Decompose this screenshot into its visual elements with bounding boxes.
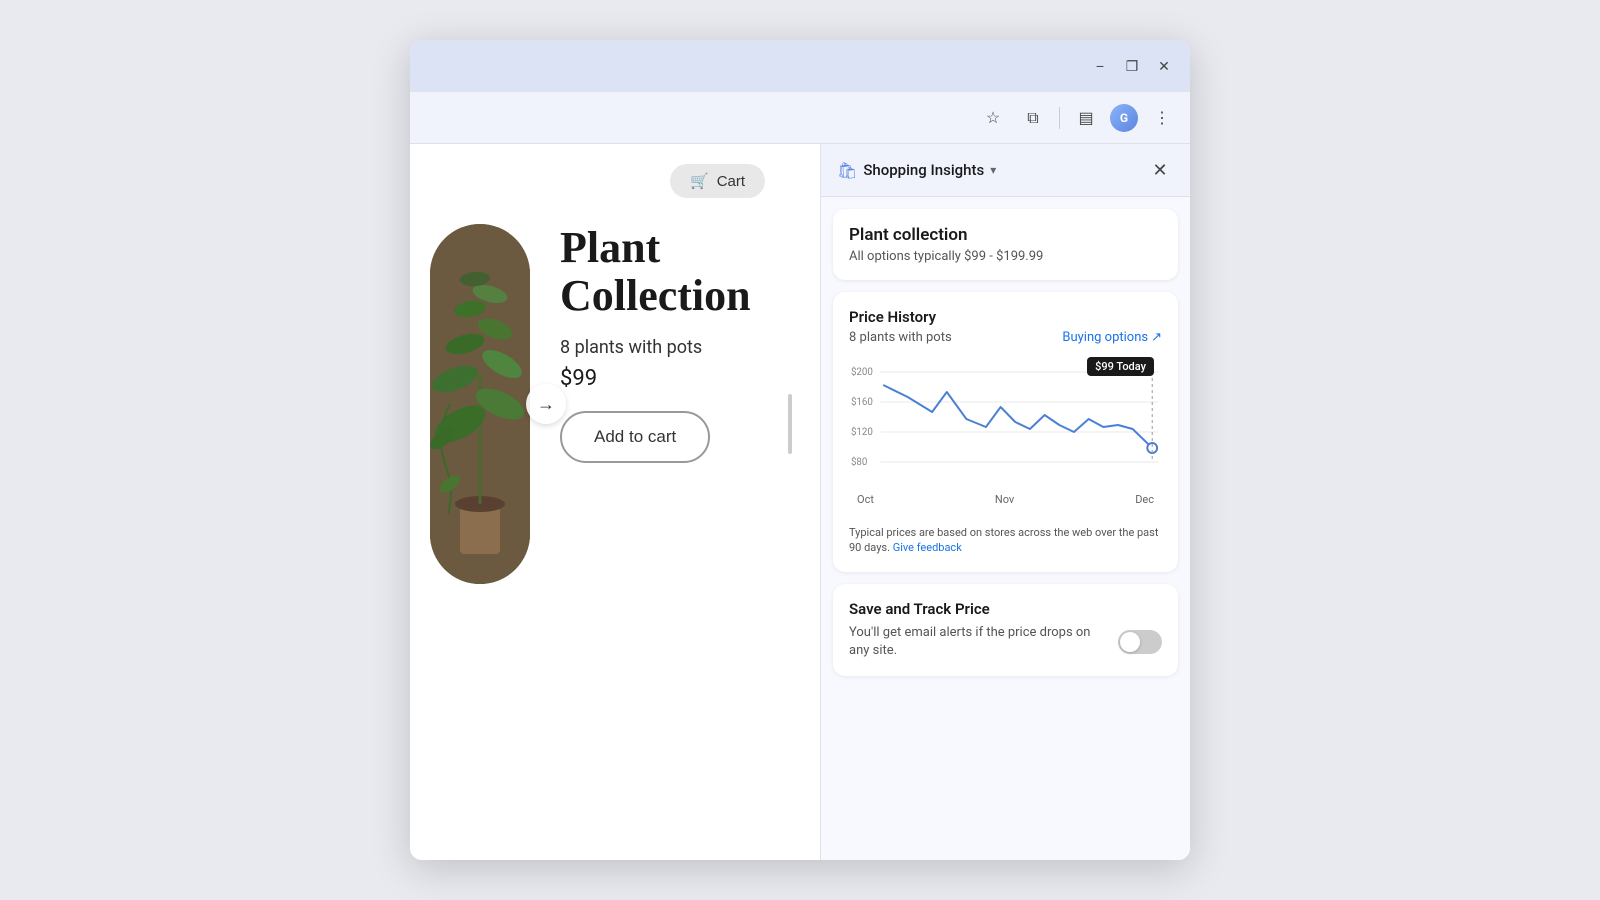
insight-product-name: Plant collection [849,225,1162,245]
product-image-placeholder [430,224,530,584]
browser-content: 🛒 Cart [410,144,1190,860]
svg-text:$80: $80 [851,457,867,468]
price-history-card: Price History 8 plants with pots Buying … [833,292,1178,572]
product-title: Plant Collection [560,224,751,321]
chart-note: Typical prices are based on stores acros… [849,525,1162,556]
shopping-bag-icon: 🛍 [837,161,857,180]
insights-close-button[interactable]: ✕ [1146,156,1174,184]
external-link-icon: ↗ [1151,330,1162,345]
today-badge: $99 Today [1087,357,1154,376]
cart-label: Cart [717,173,745,190]
feedback-link[interactable]: Give feedback [893,541,962,554]
price-history-subtitle: 8 plants with pots [849,330,952,345]
save-track-card: Save and Track Price You'll get email al… [833,584,1178,676]
sidebar-icon[interactable]: ▤ [1070,102,1102,134]
buying-options-label: Buying options [1062,330,1148,345]
price-track-toggle[interactable] [1118,630,1162,654]
insights-body: Plant collection All options typically $… [821,197,1190,860]
chart-label-oct: Oct [857,493,874,506]
insights-title-row: 🛍 Shopping Insights ▾ [837,161,1138,180]
chart-label-nov: Nov [995,493,1014,506]
product-image [430,224,530,584]
price-chart-container: $99 Today $200 $160 $120 $80 [849,357,1162,517]
svg-text:$120: $120 [851,427,873,438]
product-insight-card: Plant collection All options typically $… [833,209,1178,280]
product-price: $99 [560,366,751,391]
page-area: 🛒 Cart [410,144,1190,860]
vertical-divider [788,394,792,454]
insight-price-range: All options typically $99 - $199.99 [849,249,1162,264]
product-info: Plant Collection 8 plants with pots $99 … [530,224,751,463]
avatar[interactable]: G [1110,104,1138,132]
price-chart-svg: $200 $160 $120 $80 [849,357,1162,487]
browser-titlebar: − ❐ ✕ [410,40,1190,92]
browser-window: − ❐ ✕ ☆ ⧉ ▤ G ⋮ 🛒 Cart [410,40,1190,860]
price-history-title: Price History [849,308,936,326]
save-track-title: Save and Track Price [849,600,1162,618]
product-subtitle: 8 plants with pots [560,337,751,358]
extensions-icon[interactable]: ⧉ [1017,102,1049,134]
save-track-row: You'll get email alerts if the price dro… [849,624,1162,660]
close-button[interactable]: ✕ [1154,56,1174,76]
bookmark-icon[interactable]: ☆ [977,102,1009,134]
cart-button[interactable]: 🛒 Cart [670,164,765,198]
insights-header: 🛍 Shopping Insights ▾ ✕ [821,144,1190,197]
add-to-cart-button[interactable]: Add to cart [560,411,710,463]
buying-options-link[interactable]: Buying options ↗ [1062,330,1162,345]
price-history-subtitle-row: 8 plants with pots Buying options ↗ [849,330,1162,345]
browser-toolbar: ☆ ⧉ ▤ G ⋮ [410,92,1190,144]
price-history-header: Price History [849,308,1162,326]
toggle-knob [1120,632,1140,652]
arrow-right-icon: → [537,394,555,415]
chart-label-dec: Dec [1135,493,1154,506]
svg-text:$200: $200 [851,367,873,378]
chart-x-labels: Oct Nov Dec [849,493,1162,506]
save-track-description: You'll get email alerts if the price dro… [849,624,1106,660]
restore-button[interactable]: ❐ [1122,56,1142,76]
menu-icon[interactable]: ⋮ [1146,102,1178,134]
product-next-button[interactable]: → [526,384,566,424]
insights-panel-title: Shopping Insights [863,161,984,179]
cart-icon: 🛒 [690,172,709,190]
minimize-button[interactable]: − [1090,56,1110,76]
svg-text:$160: $160 [851,397,873,408]
dropdown-icon[interactable]: ▾ [990,163,996,177]
insights-panel: 🛍 Shopping Insights ▾ ✕ Plant collection… [820,144,1190,860]
toolbar-divider [1059,107,1060,129]
